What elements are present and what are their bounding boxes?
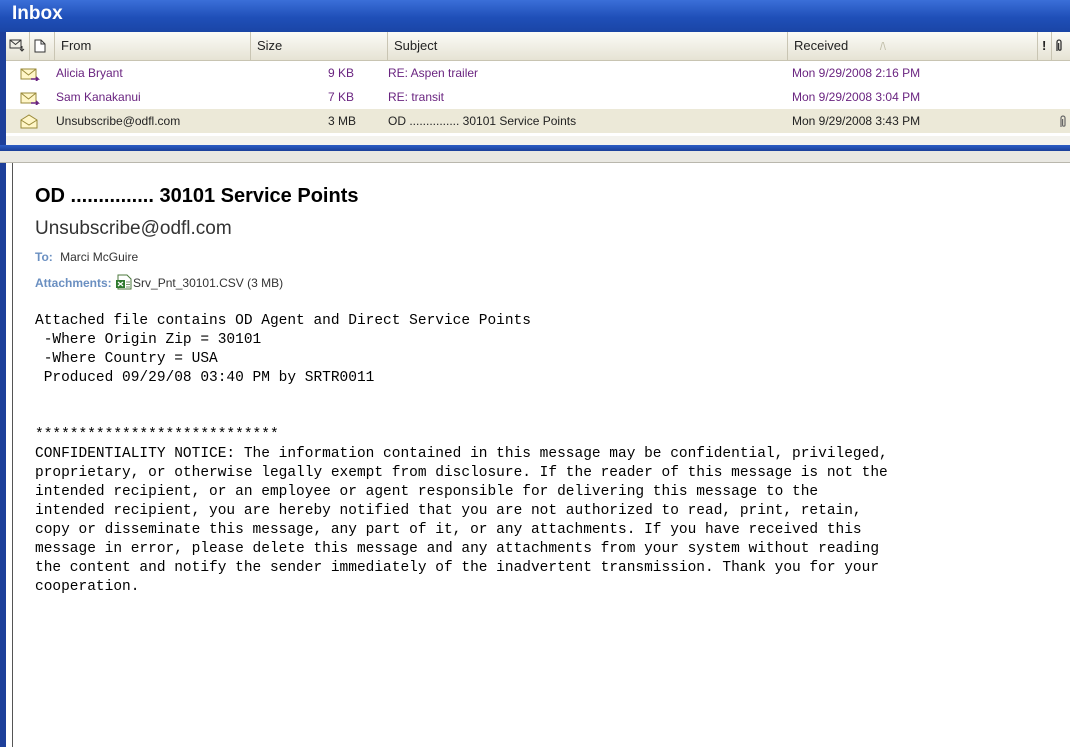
preview-sender[interactable]: Unsubscribe@odfl.com [35, 218, 232, 240]
excel-file-icon [116, 274, 132, 290]
column-received[interactable]: Received /\ [788, 32, 1038, 60]
page-icon[interactable] [30, 32, 55, 60]
column-subject[interactable]: Subject [388, 32, 788, 60]
preview-subject: OD ............... 30101 Service Points [35, 185, 359, 207]
reading-pane: OD ............... 30101 Service Points … [12, 163, 1070, 747]
preview-attachments: Attachments: Srv_Pnt_30101.CSV (3 MB) [35, 274, 283, 290]
column-from[interactable]: From [55, 32, 251, 60]
window-title-bar: Inbox [0, 0, 1070, 32]
message-size: 9 KB [328, 66, 355, 80]
reply-envelope-icon [20, 68, 40, 81]
attachments-label: Attachments: [35, 276, 112, 290]
paperclip-icon [1058, 109, 1068, 133]
to-recipient[interactable]: Marci McGuire [60, 250, 138, 264]
message-row[interactable]: Sam Kanakanui 7 KB RE: transit Mon 9/29/… [6, 85, 1070, 109]
message-subject: OD ............... 30101 Service Points [388, 114, 577, 128]
message-from: Unsubscribe@odfl.com [56, 114, 181, 128]
window-title: Inbox [12, 3, 63, 24]
reply-envelope-icon [20, 92, 40, 105]
message-received: Mon 9/29/2008 2:16 PM [792, 66, 921, 80]
message-received: Mon 9/29/2008 3:04 PM [792, 90, 921, 104]
sort-ascending-icon: /\ [879, 41, 886, 53]
column-received-label: Received [794, 38, 849, 53]
message-list: Alicia Bryant 9 KB RE: Aspen trailer Mon… [6, 61, 1070, 133]
message-size: 7 KB [328, 90, 355, 104]
envelope-sort-icon[interactable] [6, 32, 30, 60]
message-from: Sam Kanakanui [56, 90, 141, 104]
message-row[interactable]: Alicia Bryant 9 KB RE: Aspen trailer Mon… [6, 61, 1070, 85]
open-envelope-icon [20, 114, 38, 129]
message-row-selected[interactable]: Unsubscribe@odfl.com 3 MB OD ...........… [6, 109, 1070, 133]
message-received: Mon 9/29/2008 3:43 PM [792, 114, 921, 128]
preview-to: To: Marci McGuire [35, 250, 138, 264]
column-size[interactable]: Size [251, 32, 388, 60]
message-list-header: From Size Subject Received /\ ! [6, 32, 1070, 61]
message-from: Alicia Bryant [56, 66, 123, 80]
message-subject: RE: transit [388, 90, 445, 104]
attachment-name: Srv_Pnt_30101.CSV (3 MB) [133, 276, 284, 290]
message-body: Attached file contains OD Agent and Dire… [35, 313, 888, 595]
pane-splitter-shadow [0, 151, 1070, 163]
message-subject: RE: Aspen trailer [388, 66, 479, 80]
to-label: To: [35, 250, 53, 264]
attachment-file[interactable]: Srv_Pnt_30101.CSV (3 MB) [115, 274, 284, 290]
column-importance[interactable]: ! [1038, 32, 1052, 60]
list-padding [6, 136, 1070, 145]
message-size: 3 MB [328, 114, 357, 128]
paperclip-icon[interactable] [1052, 32, 1070, 60]
